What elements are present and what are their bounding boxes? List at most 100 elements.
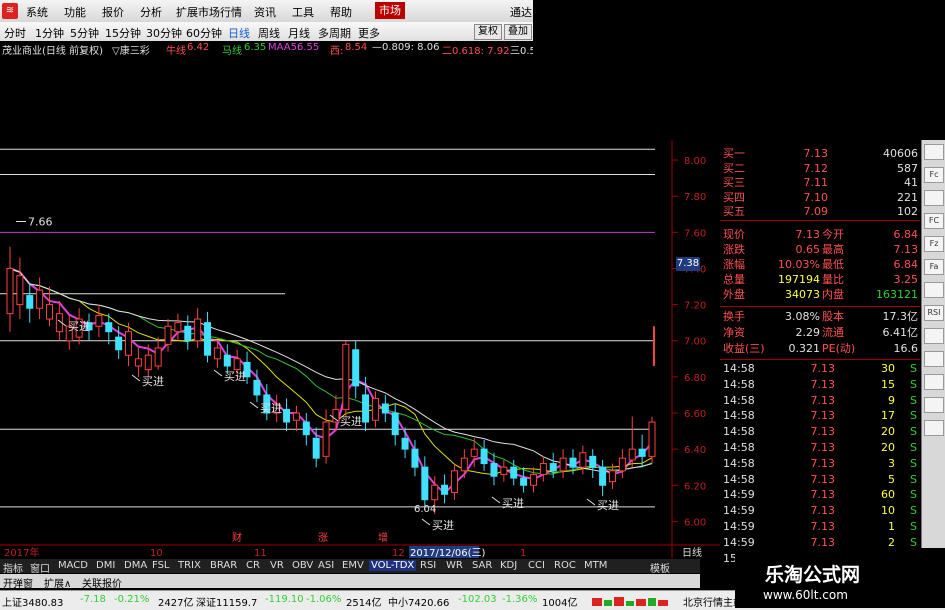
order-book-row[interactable]: 买一 7.13 40606 [720, 147, 920, 161]
panel-divider [720, 359, 920, 360]
tick-row[interactable]: 14:58 7.13 20 S [720, 425, 920, 439]
indicator-tab[interactable]: DMA [124, 560, 147, 571]
fund-row[interactable]: 换手 3.08% 股本 17.3亿 [720, 310, 920, 324]
kline-chart[interactable]: 8.007.807.607.407.207.006.806.606.406.20… [0, 0, 720, 559]
tick-row[interactable]: 14:58 7.13 3 S [720, 457, 920, 471]
sz-index[interactable]: 深证11159.7 [196, 594, 257, 609]
candle-body [450, 470, 458, 493]
candle-body [194, 318, 202, 342]
indicator-tab[interactable]: TRIX [178, 560, 201, 571]
indicator-tab[interactable]: MTM [584, 560, 607, 571]
book-label: 买四 [723, 190, 745, 204]
order-book-row[interactable]: 买二 7.12 587 [720, 162, 920, 176]
indicator-tab[interactable]: MACD [58, 560, 88, 571]
sidebar-tool-icon[interactable]: FC [924, 213, 944, 229]
candle-body [391, 412, 399, 436]
indicator-tab[interactable]: OBV [292, 560, 313, 571]
ma-yellow-line [9, 268, 653, 476]
book-price: 7.11 [803, 176, 829, 189]
event-label: 涨 [318, 532, 328, 544]
tick-row[interactable]: 14:58 7.13 20 S [720, 441, 920, 455]
event-label: 增 [378, 531, 388, 544]
maa5-line [9, 267, 653, 495]
sidebar-tool-icon[interactable]: Fa [924, 259, 944, 275]
event-label: 财 [232, 531, 242, 544]
tick-row[interactable]: 14:59 7.13 1 S [720, 520, 920, 534]
indicator-tab[interactable]: ROC [554, 560, 576, 571]
indicator-tab[interactable]: CCI [528, 560, 545, 571]
tick-row[interactable]: 14:58 7.13 15 S [720, 378, 920, 392]
sidebar-tool-icon[interactable] [924, 351, 944, 367]
tick-side: S [910, 504, 917, 518]
fund-row[interactable]: 净资 2.29 流通 6.41亿 [720, 326, 920, 340]
order-book-row[interactable]: 买四 7.10 221 [720, 191, 920, 205]
fund-label: 流通 [822, 326, 844, 339]
popup-button[interactable]: 开弹窗 [3, 575, 33, 590]
zx-index[interactable]: 中小7420.66 [388, 594, 449, 609]
fund-value: 0.321 [788, 342, 821, 355]
y-tick-label: 7.20 [684, 301, 706, 312]
candle-body [204, 322, 212, 356]
order-book-row[interactable]: 买五 7.09 102 [720, 205, 920, 219]
linked-quote-button[interactable]: 关联报价 [82, 575, 122, 590]
indicator-tab[interactable]: KDJ [500, 560, 517, 571]
stats-row[interactable]: 涨幅 10.03% 最低 6.84 [720, 258, 920, 272]
stats-row[interactable]: 涨跌 0.65 最高 7.13 [720, 243, 920, 257]
sidebar-tool-icon[interactable] [924, 144, 944, 160]
tick-price: 7.13 [810, 520, 836, 533]
indicator-tab[interactable]: SAR [472, 560, 492, 571]
indicator-tab[interactable]: FSL [152, 560, 170, 571]
tick-row[interactable]: 14:58 7.13 30 S [720, 362, 920, 376]
buy-label: 买进 [260, 402, 282, 415]
indicator-tab[interactable]: 模板 [650, 560, 670, 575]
tick-row[interactable]: 14:59 7.13 60 S [720, 488, 920, 502]
indicator-tab[interactable]: 窗口 [30, 560, 50, 575]
sidebar-tool-icon[interactable] [924, 282, 944, 298]
sidebar-tool-icon[interactable]: Fz [924, 236, 944, 252]
candle-body [223, 354, 231, 367]
indicator-tab[interactable]: CR [246, 560, 260, 571]
tick-row[interactable]: 14:58 7.13 5 S [720, 473, 920, 487]
sidebar-tool-icon[interactable] [924, 328, 944, 344]
fund-value: 3.08% [785, 310, 820, 323]
tick-row[interactable]: 14:58 7.13 9 S [720, 394, 920, 408]
candle-body [46, 304, 54, 320]
stats-row[interactable]: 外盘 34073 内盘 163121 [720, 288, 920, 302]
indicator-tab[interactable]: 指标 [3, 560, 23, 575]
indicator-tab[interactable]: VR [270, 560, 284, 571]
indicator-tab[interactable]: VOL-TDX [369, 560, 417, 571]
tick-row[interactable]: 14:58 7.13 17 S [720, 409, 920, 423]
extend-button[interactable]: 扩展∧ [44, 575, 71, 590]
sh-index[interactable]: 上证3480.83 [2, 594, 63, 609]
book-label: 买五 [723, 205, 745, 218]
tick-time: 14:58 [723, 456, 755, 470]
order-book-row[interactable]: 买三 7.11 41 [720, 176, 920, 190]
indicator-tab[interactable]: BRAR [210, 560, 237, 571]
fund-label: 股本 [822, 310, 844, 323]
stats-row[interactable]: 现价 7.13 今开 6.84 [720, 228, 920, 242]
candles [6, 246, 656, 515]
buy-label: 买进 [340, 415, 362, 428]
stat-value: 10.03% [778, 258, 820, 271]
fund-row[interactable]: 收益(三) 0.321 PE(动) 16.6 [720, 342, 920, 356]
sidebar-tool-icon[interactable] [924, 420, 944, 436]
sidebar-tool-icon[interactable] [924, 397, 944, 413]
indicator-tab[interactable]: ASI [318, 560, 334, 571]
indicator-tab[interactable]: EMV [342, 560, 364, 571]
candle-body [401, 437, 409, 450]
indicator-tab[interactable]: DMI [96, 560, 115, 571]
x-tick-label: 12 [392, 548, 405, 559]
buy-arrow [249, 401, 259, 409]
tool-sidebar: Fc FC Fz Fa RSI [921, 140, 945, 580]
sidebar-tool-icon[interactable]: Fc [924, 167, 944, 183]
indicator-tab[interactable]: WR [446, 560, 463, 571]
sidebar-tool-icon[interactable] [924, 190, 944, 206]
sidebar-tool-icon[interactable] [924, 374, 944, 390]
book-price: 7.10 [803, 190, 829, 204]
indicator-tab[interactable]: RSI [420, 560, 436, 571]
tick-time: 14:58 [723, 393, 755, 407]
sidebar-tool-icon[interactable]: RSI [924, 305, 944, 321]
candle-body [115, 336, 123, 351]
stats-row[interactable]: 总量 197194 量比 3.25 [720, 273, 920, 287]
tick-row[interactable]: 14:59 7.13 10 S [720, 504, 920, 518]
